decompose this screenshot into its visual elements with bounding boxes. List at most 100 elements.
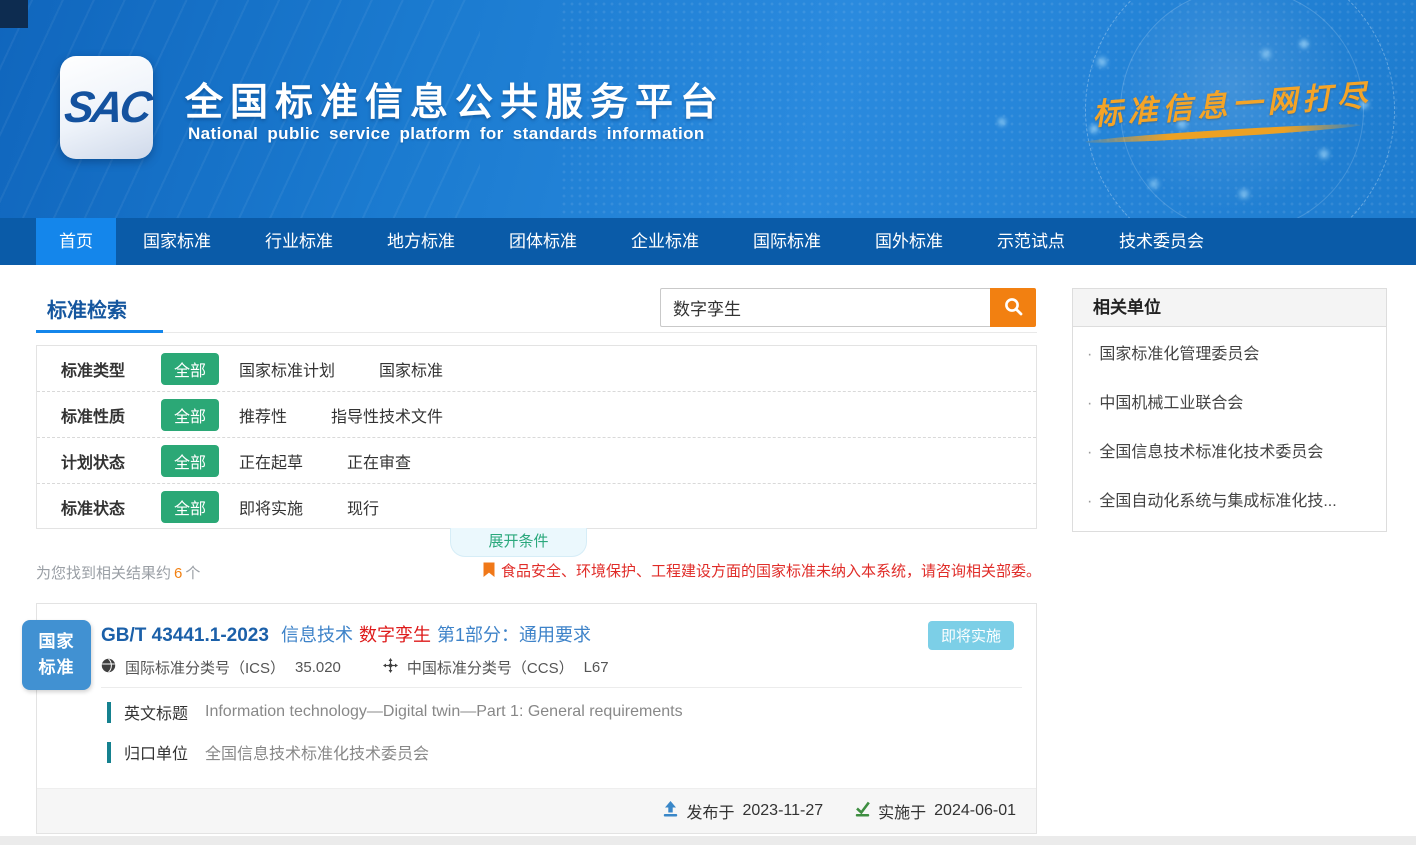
published-date: 2023-11-27 bbox=[742, 802, 823, 820]
active-tab-underline bbox=[36, 330, 163, 333]
header-corner-decor bbox=[0, 0, 28, 28]
search-tab-title[interactable]: 标准检索 bbox=[47, 294, 127, 323]
sidebar-item-label: 全国自动化系统与集成标准化技... bbox=[1099, 493, 1336, 510]
compass-icon bbox=[383, 658, 407, 677]
result-count: 为您找到相关结果约6个 bbox=[36, 562, 200, 583]
standard-result-card: 国家 标准 GB/T 43441.1-2023信息技术数字孪生第1部分：通用要求… bbox=[36, 603, 1037, 834]
detail-row-competent-unit: 归口单位 全国信息技术标准化技术委员会 bbox=[107, 740, 429, 764]
implemented-date: 2024-06-01 bbox=[934, 802, 1016, 820]
standard-type-badge-line2: 标准 bbox=[22, 655, 91, 681]
sidebar-item-it-standardization-committee[interactable]: · 全国信息技术标准化技术委员会 bbox=[1073, 425, 1386, 474]
nav-item-enterprise-standard[interactable]: 企业标准 bbox=[604, 218, 726, 265]
bookmark-icon bbox=[483, 560, 495, 583]
ccs-value: L67 bbox=[584, 659, 609, 676]
site-subtitle: National public service platform for sta… bbox=[188, 124, 705, 144]
filter-all-badge[interactable]: 全部 bbox=[161, 353, 219, 385]
related-units-title: 相关单位 bbox=[1073, 289, 1386, 327]
filter-row-standard-nature: 标准性质 全部 推荐性 指导性技术文件 bbox=[37, 392, 1036, 438]
filter-all-badge[interactable]: 全部 bbox=[161, 399, 219, 431]
filter-row-standard-type: 标准类型 全部 国家标准计划 国家标准 bbox=[37, 346, 1036, 392]
bullet: · bbox=[1087, 395, 1092, 412]
detail-bar-decor bbox=[107, 702, 111, 723]
filter-option[interactable]: 现行 bbox=[347, 495, 379, 519]
filter-label: 标准性质 bbox=[61, 403, 161, 427]
filter-label: 标准类型 bbox=[61, 357, 161, 381]
sidebar-item-automation-committee[interactable]: · 全国自动化系统与集成标准化技... bbox=[1073, 474, 1386, 523]
detail-row-english-title: 英文标题 Information technology—Digital twin… bbox=[107, 700, 683, 724]
expand-conditions-button[interactable]: 展开条件 bbox=[450, 528, 587, 557]
nav-item-national-standard[interactable]: 国家标准 bbox=[116, 218, 238, 265]
ics-group: 国际标准分类号（ICS） 35.020 bbox=[101, 657, 341, 678]
filter-row-standard-status: 标准状态 全部 即将实施 现行 bbox=[37, 484, 1036, 530]
search-button[interactable] bbox=[990, 288, 1036, 327]
site-header: SAC 全国标准信息公共服务平台 National public service… bbox=[0, 0, 1416, 218]
sidebar-item-label: 中国机械工业联合会 bbox=[1099, 395, 1243, 412]
implemented-date-item: 实施于 2024-06-01 bbox=[855, 799, 1016, 823]
ics-label: 国际标准分类号（ICS） bbox=[125, 657, 285, 678]
nav-item-industry-standard[interactable]: 行业标准 bbox=[238, 218, 360, 265]
sac-logo-text: SAC bbox=[61, 83, 152, 133]
filter-option[interactable]: 指导性技术文件 bbox=[331, 403, 443, 427]
standard-code: GB/T 43441.1-2023 bbox=[101, 625, 269, 646]
published-label: 发布于 bbox=[686, 799, 734, 823]
nav-item-pilot[interactable]: 示范试点 bbox=[970, 218, 1092, 265]
standard-type-badge: 国家 标准 bbox=[22, 620, 91, 690]
nav-item-international-standard[interactable]: 国际标准 bbox=[726, 218, 848, 265]
filter-all-badge[interactable]: 全部 bbox=[161, 445, 219, 477]
upload-icon bbox=[663, 801, 678, 822]
published-date-item: 发布于 2023-11-27 bbox=[663, 799, 823, 823]
standard-type-badge-line1: 国家 bbox=[22, 629, 91, 655]
detail-label: 归口单位 bbox=[124, 740, 188, 764]
search-bar bbox=[660, 288, 1036, 327]
nav-item-foreign-standard[interactable]: 国外标准 bbox=[848, 218, 970, 265]
filter-option[interactable]: 正在审查 bbox=[347, 449, 411, 473]
sidebar-item-sac[interactable]: · 国家标准化管理委员会 bbox=[1073, 327, 1386, 376]
page: SAC 全国标准信息公共服务平台 National public service… bbox=[0, 0, 1416, 845]
page-bottom-strip bbox=[0, 836, 1416, 845]
nav-item-technical-committee[interactable]: 技术委员会 bbox=[1092, 218, 1231, 265]
filter-option[interactable]: 推荐性 bbox=[239, 403, 287, 427]
standard-title-highlight: 数字孪生 bbox=[359, 625, 431, 645]
bullet: · bbox=[1087, 346, 1092, 363]
filter-panel: 标准类型 全部 国家标准计划 国家标准 标准性质 全部 推荐性 指导性技术文件 … bbox=[36, 345, 1037, 529]
result-count-suffix: 个 bbox=[185, 565, 200, 582]
related-units-panel: 相关单位 · 国家标准化管理委员会 · 中国机械工业联合会 · 全国信息技术标准化技术… bbox=[1072, 288, 1387, 532]
detail-bar-decor bbox=[107, 742, 111, 763]
status-badge: 即将实施 bbox=[928, 621, 1014, 650]
standard-title-link[interactable]: GB/T 43441.1-2023信息技术数字孪生第1部分：通用要求 bbox=[101, 621, 591, 647]
classification-row: 国际标准分类号（ICS） 35.020 中国标准分类号（CCS） L67 bbox=[101, 657, 609, 678]
filter-option[interactable]: 国家标准计划 bbox=[239, 357, 335, 381]
filter-row-plan-status: 计划状态 全部 正在起草 正在审查 bbox=[37, 438, 1036, 484]
filter-option[interactable]: 即将实施 bbox=[239, 495, 303, 519]
filter-option[interactable]: 国家标准 bbox=[379, 357, 443, 381]
main-nav: 首页 国家标准 行业标准 地方标准 团体标准 企业标准 国际标准 国外标准 示范… bbox=[0, 218, 1416, 265]
bullet: · bbox=[1087, 444, 1092, 461]
ccs-group: 中国标准分类号（CCS） L67 bbox=[383, 657, 609, 678]
nav-item-home[interactable]: 首页 bbox=[36, 218, 116, 265]
filter-option[interactable]: 正在起草 bbox=[239, 449, 303, 473]
magnifier-icon bbox=[1003, 296, 1024, 320]
detail-value: Information technology—Digital twin—Part… bbox=[205, 703, 683, 721]
sac-logo[interactable]: SAC bbox=[60, 56, 153, 159]
sidebar-item-label: 全国信息技术标准化技术委员会 bbox=[1099, 444, 1323, 461]
filter-all-badge[interactable]: 全部 bbox=[161, 491, 219, 523]
nav-item-local-standard[interactable]: 地方标准 bbox=[360, 218, 482, 265]
sparkle-dots-decor bbox=[1060, 30, 1064, 34]
sidebar-item-label: 国家标准化管理委员会 bbox=[1099, 346, 1259, 363]
tab-row-divider bbox=[36, 332, 1037, 333]
ccs-label: 中国标准分类号（CCS） bbox=[407, 657, 574, 678]
result-count-number: 6 bbox=[171, 565, 185, 582]
standard-title-seg2: 第1部分：通用要求 bbox=[437, 625, 591, 645]
filter-label: 计划状态 bbox=[61, 449, 161, 473]
sidebar-item-machinery-federation[interactable]: · 中国机械工业联合会 bbox=[1073, 376, 1386, 425]
card-divider bbox=[101, 687, 1022, 688]
detail-value: 全国信息技术标准化技术委员会 bbox=[205, 740, 429, 764]
notice-text: 食品安全、环境保护、工程建设方面的国家标准未纳入本系统，请咨询相关部委。 bbox=[501, 560, 1041, 581]
bullet: · bbox=[1087, 493, 1092, 510]
result-count-prefix: 为您找到相关结果约 bbox=[36, 565, 171, 582]
card-footer: 发布于 2023-11-27 实施于 2024-06-01 bbox=[37, 788, 1036, 833]
search-input[interactable] bbox=[660, 288, 990, 327]
check-icon bbox=[855, 801, 870, 822]
system-notice: 食品安全、环境保护、工程建设方面的国家标准未纳入本系统，请咨询相关部委。 bbox=[483, 560, 1041, 583]
nav-item-group-standard[interactable]: 团体标准 bbox=[482, 218, 604, 265]
